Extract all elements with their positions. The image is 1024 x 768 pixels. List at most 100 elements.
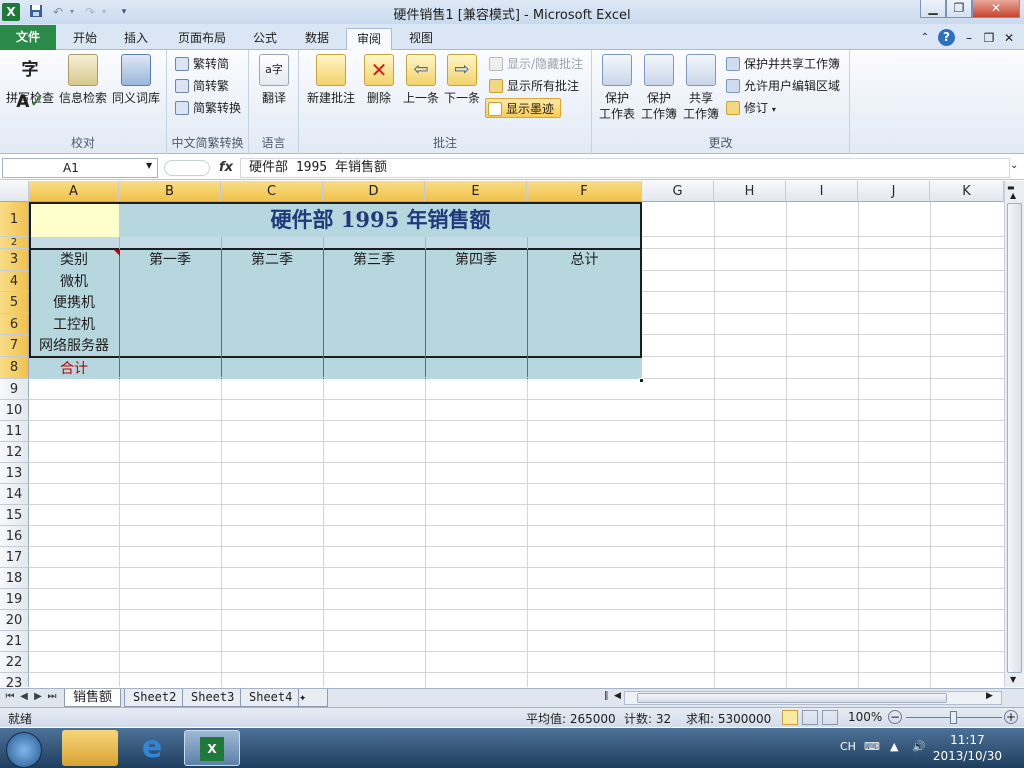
prev-sheet-icon[interactable]: ◀ [18,691,30,702]
header-q1[interactable]: 第一季 [119,250,221,270]
tab-home[interactable]: 开始 [64,28,106,50]
research-button[interactable]: 信息检索 [58,54,108,106]
protect-share-button[interactable]: 保护并共享工作簿 [724,54,840,74]
next-sheet-icon[interactable]: ▶ [32,691,44,702]
row-header-17[interactable]: 17 [0,547,29,568]
tab-insert[interactable]: 插入 [114,28,158,50]
help-icon[interactable]: ? [938,29,955,46]
row-header-5[interactable]: 5 [0,292,29,314]
row-header-9[interactable]: 9 [0,379,29,400]
tab-page-layout[interactable]: 页面布局 [170,28,234,50]
column-header-j[interactable]: J [858,181,930,202]
total-label[interactable]: 合计 [29,359,119,379]
category-cell[interactable]: 便携机 [29,293,119,313]
category-cell[interactable]: 网络服务器 [29,336,119,356]
page-break-view-icon[interactable] [822,710,838,725]
column-header-g[interactable]: G [642,181,714,202]
next-comment-button[interactable]: ⇨ 下一条 [441,54,483,106]
zoom-slider-thumb[interactable] [950,711,957,724]
vertical-scroll-thumb[interactable] [1007,203,1022,673]
row-header-15[interactable]: 15 [0,505,29,526]
formula-divider-handle[interactable] [164,160,210,176]
row-header-2[interactable]: 2 [0,237,29,249]
row-header-6[interactable]: 6 [0,314,29,335]
column-header-k[interactable]: K [930,181,1004,202]
volume-icon[interactable]: 🔊 [912,740,926,753]
input-language[interactable]: CH [840,740,856,753]
column-header-h[interactable]: H [714,181,786,202]
name-box[interactable]: A1 [2,158,158,178]
convert-button[interactable]: 简繁转换 [173,98,241,118]
column-header-c[interactable]: C [221,181,323,202]
name-box-dropdown-icon[interactable]: ▼ [146,161,152,170]
show-ink-button[interactable]: 显示墨迹 [485,98,562,118]
normal-view-icon[interactable] [782,710,798,725]
page-layout-view-icon[interactable] [802,710,818,725]
row-header-16[interactable]: 16 [0,526,29,547]
show-hidden-icons[interactable]: ▲ [890,740,898,753]
row-header-14[interactable]: 14 [0,484,29,505]
tab-file[interactable]: 文件 [0,25,56,50]
header-category[interactable]: 类别 [29,250,119,270]
row-header-13[interactable]: 13 [0,463,29,484]
zoom-out-icon[interactable]: − [888,710,902,724]
category-cell[interactable]: 工控机 [29,315,119,335]
translate-button[interactable]: a字 翻译 [255,54,293,106]
column-header-d[interactable]: D [323,181,425,202]
scroll-down-icon[interactable]: ▼ [1010,675,1016,684]
sheet-tab-sheet3[interactable]: Sheet3 [182,689,244,707]
tab-formulas[interactable]: 公式 [244,28,286,50]
row-header-8[interactable]: 8 [0,357,29,379]
previous-comment-button[interactable]: ⇦ 上一条 [399,54,443,106]
protect-workbook-button[interactable]: 保护 工作簿 [638,54,680,122]
show-all-comments-button[interactable]: 显示所有批注 [487,76,579,96]
formula-input[interactable]: 硬件部 1995 年销售额 [240,158,1010,178]
tab-review[interactable]: 审阅 [346,28,392,51]
track-changes-button[interactable]: 修订 ▾ [724,98,776,118]
column-header-b[interactable]: B [119,181,221,202]
sheet-tab-sheet2[interactable]: Sheet2 [124,689,186,707]
tab-view[interactable]: 视图 [400,28,442,50]
scroll-up-icon[interactable]: ▲ [1010,191,1016,200]
tab-data[interactable]: 数据 [296,28,338,50]
select-all-corner[interactable] [0,181,29,202]
header-total[interactable]: 总计 [527,250,642,270]
row-header-18[interactable]: 18 [0,568,29,589]
header-q4[interactable]: 第四季 [425,250,527,270]
doc-minimize-icon[interactable]: – [962,28,976,50]
header-q3[interactable]: 第三季 [323,250,425,270]
row-header-4[interactable]: 4 [0,271,29,292]
sheet-tab-sales[interactable]: 销售额 [64,689,122,707]
column-header-e[interactable]: E [425,181,527,202]
excel-taskbar-icon[interactable]: X [184,730,240,766]
doc-close-icon[interactable]: ✕ [1002,28,1016,50]
zoom-level[interactable]: 100% [848,710,882,724]
column-header-a[interactable]: A [29,181,119,202]
close-button[interactable]: ✕ [972,0,1020,18]
keyboard-icon[interactable]: ⌨ [864,740,880,753]
maximize-button[interactable]: ❐ [946,0,972,18]
row-header-11[interactable]: 11 [0,421,29,442]
last-sheet-icon[interactable]: ⏭ [46,691,58,702]
ie-taskbar-icon[interactable]: e [124,730,180,766]
worksheet-grid[interactable]: A B C D E F G H I J K 1 2 3 4 5 6 7 8 9 … [0,181,1004,687]
horizontal-scrollbar[interactable] [624,691,1002,705]
insert-function-icon[interactable]: fx [216,158,236,178]
new-comment-button[interactable]: 新建批注 [305,54,357,106]
row-header-22[interactable]: 22 [0,652,29,673]
scroll-right-icon[interactable]: ▶ [986,691,993,701]
formula-expand-icon[interactable]: ⌄ [1010,160,1018,171]
row-header-3[interactable]: 3 [0,249,29,271]
minimize-button[interactable]: ▁ [920,0,946,18]
column-header-i[interactable]: I [786,181,858,202]
start-button[interactable] [6,732,42,768]
insert-sheet-icon[interactable]: ✦ [298,689,328,707]
horizontal-scroll-thumb[interactable] [637,693,947,703]
protect-sheet-button[interactable]: 保护 工作表 [596,54,638,122]
row-header-23[interactable]: 23 [0,673,29,687]
ribbon-collapse-icon[interactable]: ⌃ [918,28,932,50]
doc-restore-icon[interactable]: ❐ [982,28,996,50]
row-header-19[interactable]: 19 [0,589,29,610]
allow-edit-ranges-button[interactable]: 允许用户编辑区域 [724,76,840,96]
column-header-f[interactable]: F [527,181,642,202]
